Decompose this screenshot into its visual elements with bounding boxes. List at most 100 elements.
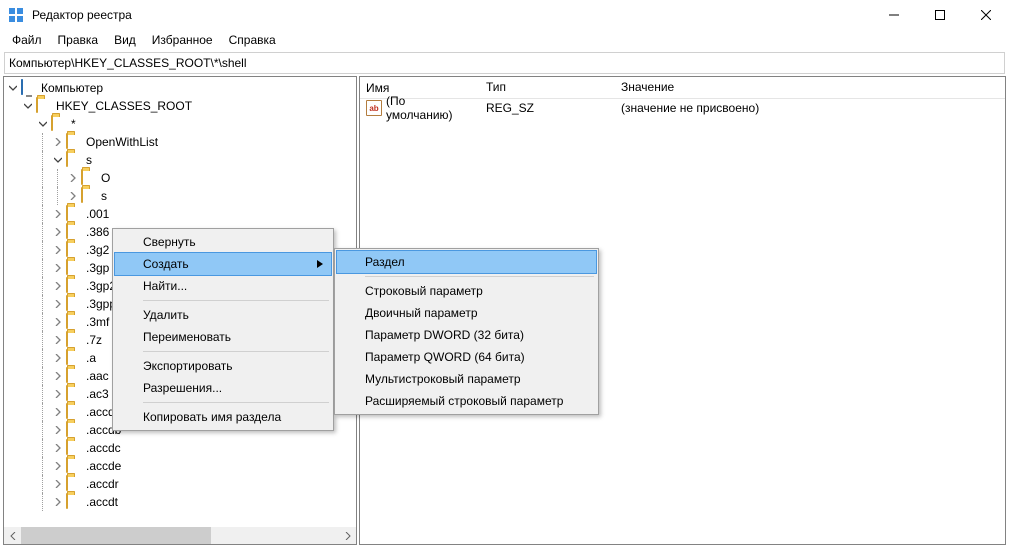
folder-icon	[66, 440, 82, 456]
folder-icon	[36, 98, 52, 114]
separator	[143, 402, 329, 403]
tree-label: .accde	[86, 459, 121, 473]
tree-label: Компьютер	[41, 81, 103, 95]
tree-label: s	[101, 189, 107, 203]
tree-node[interactable]: .001	[6, 205, 356, 223]
scroll-left-icon[interactable]	[4, 527, 21, 544]
ctx-new-multistring[interactable]: Мультистроковый параметр	[337, 368, 596, 390]
tree-node-child[interactable]: O	[6, 169, 356, 187]
folder-icon	[66, 260, 82, 276]
list-row-default[interactable]: ab (По умолчанию) REG_SZ (значение не пр…	[360, 99, 1005, 117]
tree-node-child[interactable]: s	[6, 187, 356, 205]
chevron-right-icon[interactable]	[51, 387, 65, 401]
menu-view[interactable]: Вид	[106, 31, 144, 49]
menu-file[interactable]: Файл	[4, 31, 50, 49]
chevron-right-icon[interactable]	[51, 459, 65, 473]
work-area: Компьютер HKEY_CLASSES_ROOT * OpenWithLi…	[0, 76, 1009, 546]
chevron-right-icon[interactable]	[51, 333, 65, 347]
address-bar[interactable]: Компьютер\HKEY_CLASSES_ROOT\*\shell	[4, 52, 1005, 74]
folder-icon	[66, 206, 82, 222]
ctx-find[interactable]: Найти...	[115, 275, 331, 297]
context-menu: Свернуть Создать Найти... Удалить Переим…	[112, 228, 334, 431]
ctx-new-binary[interactable]: Двоичный параметр	[337, 302, 596, 324]
chevron-right-icon[interactable]	[51, 135, 65, 149]
ctx-new[interactable]: Создать	[115, 253, 331, 275]
folder-icon	[66, 134, 82, 150]
chevron-right-icon[interactable]	[51, 297, 65, 311]
folder-icon	[66, 422, 82, 438]
chevron-right-icon[interactable]	[51, 225, 65, 239]
chevron-right-icon[interactable]	[66, 171, 80, 185]
title-bar: Редактор реестра	[0, 0, 1009, 30]
folder-icon	[66, 368, 82, 384]
tree-node-openwithlist[interactable]: OpenWithList	[6, 133, 356, 151]
tree-node-computer[interactable]: Компьютер	[6, 79, 356, 97]
app-icon	[8, 7, 24, 23]
menu-favorites[interactable]: Избранное	[144, 31, 221, 49]
horizontal-scrollbar[interactable]	[4, 527, 356, 544]
ctx-rename[interactable]: Переименовать	[115, 326, 331, 348]
chevron-right-icon[interactable]	[51, 423, 65, 437]
chevron-right-icon[interactable]	[66, 189, 80, 203]
tree-label: .3mf	[86, 315, 109, 329]
value-type: REG_SZ	[480, 101, 615, 115]
menu-edit[interactable]: Правка	[50, 31, 107, 49]
separator	[365, 276, 594, 277]
tree-label: O	[101, 171, 110, 185]
chevron-down-icon[interactable]	[36, 117, 50, 131]
context-submenu-new: Раздел Строковый параметр Двоичный парам…	[334, 248, 599, 415]
chevron-right-icon[interactable]	[51, 405, 65, 419]
value-data: (значение не присвоено)	[615, 101, 1005, 115]
chevron-right-icon[interactable]	[51, 351, 65, 365]
scroll-right-icon[interactable]	[339, 527, 356, 544]
ctx-collapse[interactable]: Свернуть	[115, 231, 331, 253]
chevron-right-icon[interactable]	[51, 243, 65, 257]
column-header-value[interactable]: Значение	[615, 77, 1005, 98]
chevron-down-icon[interactable]	[51, 153, 65, 167]
chevron-right-icon[interactable]	[51, 315, 65, 329]
folder-icon	[66, 458, 82, 474]
ctx-new-key[interactable]: Раздел	[337, 251, 596, 273]
tree-node[interactable]: .accdt	[6, 493, 356, 511]
close-button[interactable]	[963, 0, 1009, 30]
chevron-down-icon[interactable]	[6, 81, 20, 95]
folder-icon	[66, 224, 82, 240]
tree-node-shell[interactable]: s	[6, 151, 356, 169]
tree-node[interactable]: .accde	[6, 457, 356, 475]
maximize-button[interactable]	[917, 0, 963, 30]
ctx-new-dword[interactable]: Параметр DWORD (32 бита)	[337, 324, 596, 346]
tree-node[interactable]: .accdc	[6, 439, 356, 457]
window-controls	[871, 0, 1009, 30]
tree-label: OpenWithList	[86, 135, 158, 149]
chevron-right-icon[interactable]	[51, 279, 65, 293]
ctx-permissions[interactable]: Разрешения...	[115, 377, 331, 399]
scroll-thumb[interactable]	[21, 527, 211, 544]
chevron-right-icon[interactable]	[51, 441, 65, 455]
ctx-new-string[interactable]: Строковый параметр	[337, 280, 596, 302]
ctx-new-qword[interactable]: Параметр QWORD (64 бита)	[337, 346, 596, 368]
column-header-type[interactable]: Тип	[480, 77, 615, 98]
separator	[143, 300, 329, 301]
ctx-delete[interactable]: Удалить	[115, 304, 331, 326]
ctx-copy-key-name[interactable]: Копировать имя раздела	[115, 406, 331, 428]
chevron-right-icon[interactable]	[51, 369, 65, 383]
ctx-new-expandstring[interactable]: Расширяемый строковый параметр	[337, 390, 596, 412]
chevron-right-icon[interactable]	[51, 477, 65, 491]
folder-icon	[66, 152, 82, 168]
tree-node-star[interactable]: *	[6, 115, 356, 133]
value-name-cell: ab (По умолчанию)	[360, 94, 480, 122]
chevron-right-icon[interactable]	[51, 207, 65, 221]
folder-icon	[66, 242, 82, 258]
chevron-down-icon[interactable]	[21, 99, 35, 113]
tree-label: .aac	[86, 369, 109, 383]
tree-label: .ac3	[86, 387, 109, 401]
submenu-arrow-icon	[317, 257, 323, 271]
minimize-button[interactable]	[871, 0, 917, 30]
tree-label: HKEY_CLASSES_ROOT	[56, 99, 192, 113]
tree-node[interactable]: .accdr	[6, 475, 356, 493]
chevron-right-icon[interactable]	[51, 261, 65, 275]
menu-bar: Файл Правка Вид Избранное Справка	[0, 30, 1009, 50]
ctx-export[interactable]: Экспортировать	[115, 355, 331, 377]
menu-help[interactable]: Справка	[221, 31, 284, 49]
chevron-right-icon[interactable]	[51, 495, 65, 509]
